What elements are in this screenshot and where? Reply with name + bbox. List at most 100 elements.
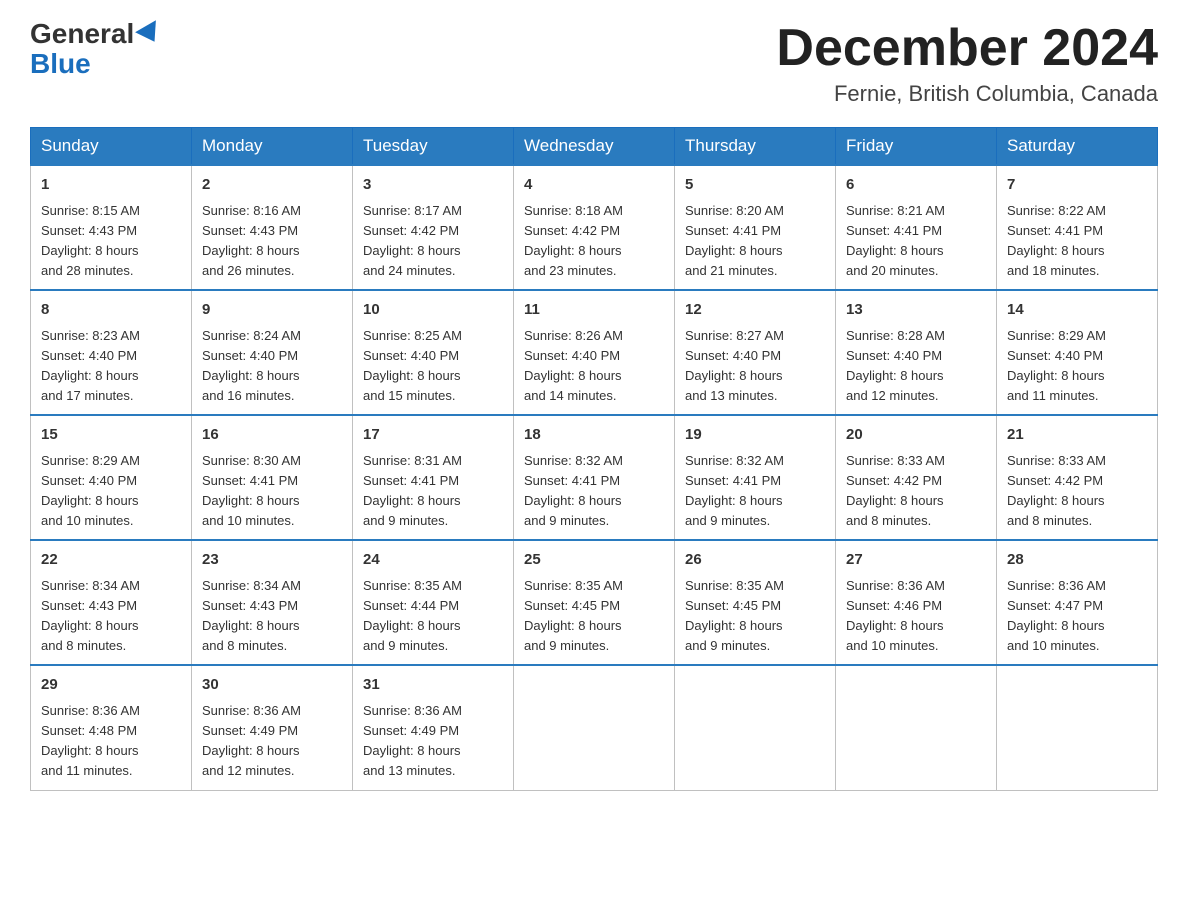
calendar-cell: 11Sunrise: 8:26 AMSunset: 4:40 PMDayligh…: [514, 290, 675, 415]
day-number: 15: [41, 424, 181, 447]
calendar-cell: 5Sunrise: 8:20 AMSunset: 4:41 PMDaylight…: [675, 165, 836, 290]
calendar-cell: 19Sunrise: 8:32 AMSunset: 4:41 PMDayligh…: [675, 415, 836, 540]
day-of-week-header: Friday: [836, 128, 997, 166]
day-number: 13: [846, 299, 986, 322]
page-header: General Blue December 2024 Fernie, Briti…: [30, 20, 1158, 107]
day-info: Sunrise: 8:35 AMSunset: 4:45 PMDaylight:…: [524, 578, 623, 653]
calendar-cell: 9 Sunrise: 8:24 AMSunset: 4:40 PMDaylight…: [192, 290, 353, 415]
day-number: 16: [202, 424, 342, 447]
calendar-table: SundayMondayTuesdayWednesdayThursdayFrid…: [30, 127, 1158, 790]
day-number: 11: [524, 299, 664, 322]
day-number: 30: [202, 674, 342, 697]
calendar-cell: [836, 665, 997, 790]
day-info: Sunrise: 8:21 AMSunset: 4:41 PMDaylight:…: [846, 203, 945, 278]
day-info: Sunrise: 8:34 AMSunset: 4:43 PMDaylight:…: [41, 578, 140, 653]
day-info: Sunrise: 8:32 AMSunset: 4:41 PMDaylight:…: [524, 453, 623, 528]
calendar-cell: 30Sunrise: 8:36 AMSunset: 4:49 PMDayligh…: [192, 665, 353, 790]
calendar-cell: 24 Sunrise: 8:35 AMSunset: 4:44 PMDayligh…: [353, 540, 514, 665]
day-number: 4: [524, 174, 664, 197]
calendar-cell: 27 Sunrise: 8:36 AMSunset: 4:46 PMDayligh…: [836, 540, 997, 665]
day-number: 1: [41, 174, 181, 197]
day-info: Sunrise: 8:29 AMSunset: 4:40 PMDaylight:…: [41, 453, 140, 528]
day-info: Sunrise: 8:36 AMSunset: 4:49 PMDaylight:…: [363, 703, 462, 778]
day-info: Sunrise: 8:20 AMSunset: 4:41 PMDaylight:…: [685, 203, 784, 278]
day-info: Sunrise: 8:32 AMSunset: 4:41 PMDaylight:…: [685, 453, 784, 528]
calendar-header-row: SundayMondayTuesdayWednesdayThursdayFrid…: [31, 128, 1158, 166]
calendar-row: 22 Sunrise: 8:34 AMSunset: 4:43 PMDayligh…: [31, 540, 1158, 665]
day-number: 24: [363, 549, 503, 572]
calendar-cell: 25 Sunrise: 8:35 AMSunset: 4:45 PMDayligh…: [514, 540, 675, 665]
day-number: 27: [846, 549, 986, 572]
day-number: 26: [685, 549, 825, 572]
day-of-week-header: Thursday: [675, 128, 836, 166]
day-info: Sunrise: 8:34 AMSunset: 4:43 PMDaylight:…: [202, 578, 301, 653]
day-of-week-header: Monday: [192, 128, 353, 166]
day-info: Sunrise: 8:15 AMSunset: 4:43 PMDaylight:…: [41, 203, 140, 278]
day-number: 25: [524, 549, 664, 572]
day-number: 21: [1007, 424, 1147, 447]
day-number: 2: [202, 174, 342, 197]
day-info: Sunrise: 8:27 AMSunset: 4:40 PMDaylight:…: [685, 328, 784, 403]
calendar-cell: 13 Sunrise: 8:28 AMSunset: 4:40 PMDayligh…: [836, 290, 997, 415]
calendar-cell: 26 Sunrise: 8:35 AMSunset: 4:45 PMDayligh…: [675, 540, 836, 665]
day-number: 29: [41, 674, 181, 697]
day-number: 31: [363, 674, 503, 697]
calendar-cell: 12 Sunrise: 8:27 AMSunset: 4:40 PMDayligh…: [675, 290, 836, 415]
calendar-cell: 28 Sunrise: 8:36 AMSunset: 4:47 PMDayligh…: [997, 540, 1158, 665]
day-number: 12: [685, 299, 825, 322]
calendar-cell: 2 Sunrise: 8:16 AMSunset: 4:43 PMDaylight…: [192, 165, 353, 290]
day-number: 9: [202, 299, 342, 322]
day-of-week-header: Sunday: [31, 128, 192, 166]
day-info: Sunrise: 8:17 AMSunset: 4:42 PMDaylight:…: [363, 203, 462, 278]
day-info: Sunrise: 8:35 AMSunset: 4:45 PMDaylight:…: [685, 578, 784, 653]
day-info: Sunrise: 8:35 AMSunset: 4:44 PMDaylight:…: [363, 578, 462, 653]
day-info: Sunrise: 8:23 AMSunset: 4:40 PMDaylight:…: [41, 328, 140, 403]
day-number: 18: [524, 424, 664, 447]
day-info: Sunrise: 8:33 AMSunset: 4:42 PMDaylight:…: [1007, 453, 1106, 528]
calendar-cell: 20Sunrise: 8:33 AMSunset: 4:42 PMDayligh…: [836, 415, 997, 540]
day-info: Sunrise: 8:28 AMSunset: 4:40 PMDaylight:…: [846, 328, 945, 403]
calendar-cell: 8 Sunrise: 8:23 AMSunset: 4:40 PMDaylight…: [31, 290, 192, 415]
logo-general-text: General: [30, 20, 134, 48]
calendar-cell: 3Sunrise: 8:17 AMSunset: 4:42 PMDaylight…: [353, 165, 514, 290]
day-number: 8: [41, 299, 181, 322]
day-of-week-header: Wednesday: [514, 128, 675, 166]
calendar-cell: 6Sunrise: 8:21 AMSunset: 4:41 PMDaylight…: [836, 165, 997, 290]
day-number: 28: [1007, 549, 1147, 572]
calendar-cell: 14Sunrise: 8:29 AMSunset: 4:40 PMDayligh…: [997, 290, 1158, 415]
calendar-cell: [675, 665, 836, 790]
calendar-cell: 21 Sunrise: 8:33 AMSunset: 4:42 PMDayligh…: [997, 415, 1158, 540]
calendar-cell: 4Sunrise: 8:18 AMSunset: 4:42 PMDaylight…: [514, 165, 675, 290]
day-info: Sunrise: 8:31 AMSunset: 4:41 PMDaylight:…: [363, 453, 462, 528]
day-info: Sunrise: 8:25 AMSunset: 4:40 PMDaylight:…: [363, 328, 462, 403]
calendar-row: 8 Sunrise: 8:23 AMSunset: 4:40 PMDaylight…: [31, 290, 1158, 415]
logo-triangle-icon: [135, 20, 165, 48]
calendar-cell: 15 Sunrise: 8:29 AMSunset: 4:40 PMDayligh…: [31, 415, 192, 540]
day-info: Sunrise: 8:33 AMSunset: 4:42 PMDaylight:…: [846, 453, 945, 528]
calendar-cell: [514, 665, 675, 790]
day-info: Sunrise: 8:36 AMSunset: 4:48 PMDaylight:…: [41, 703, 140, 778]
logo: General Blue: [30, 20, 162, 80]
day-info: Sunrise: 8:16 AMSunset: 4:43 PMDaylight:…: [202, 203, 301, 278]
calendar-cell: 16 Sunrise: 8:30 AMSunset: 4:41 PMDayligh…: [192, 415, 353, 540]
calendar-row: 15 Sunrise: 8:29 AMSunset: 4:40 PMDayligh…: [31, 415, 1158, 540]
day-of-week-header: Tuesday: [353, 128, 514, 166]
day-info: Sunrise: 8:24 AMSunset: 4:40 PMDaylight:…: [202, 328, 301, 403]
day-info: Sunrise: 8:36 AMSunset: 4:46 PMDaylight:…: [846, 578, 945, 653]
day-number: 22: [41, 549, 181, 572]
calendar-cell: 23 Sunrise: 8:34 AMSunset: 4:43 PMDayligh…: [192, 540, 353, 665]
calendar-cell: 18 Sunrise: 8:32 AMSunset: 4:41 PMDayligh…: [514, 415, 675, 540]
day-info: Sunrise: 8:22 AMSunset: 4:41 PMDaylight:…: [1007, 203, 1106, 278]
calendar-cell: [997, 665, 1158, 790]
day-of-week-header: Saturday: [997, 128, 1158, 166]
day-number: 23: [202, 549, 342, 572]
day-number: 17: [363, 424, 503, 447]
day-info: Sunrise: 8:36 AMSunset: 4:47 PMDaylight:…: [1007, 578, 1106, 653]
calendar-cell: 31 Sunrise: 8:36 AMSunset: 4:49 PMDayligh…: [353, 665, 514, 790]
day-info: Sunrise: 8:30 AMSunset: 4:41 PMDaylight:…: [202, 453, 301, 528]
location-subtitle: Fernie, British Columbia, Canada: [776, 81, 1158, 107]
calendar-cell: 29 Sunrise: 8:36 AMSunset: 4:48 PMDayligh…: [31, 665, 192, 790]
calendar-cell: 7 Sunrise: 8:22 AMSunset: 4:41 PMDaylight…: [997, 165, 1158, 290]
day-number: 7: [1007, 174, 1147, 197]
calendar-cell: 22 Sunrise: 8:34 AMSunset: 4:43 PMDayligh…: [31, 540, 192, 665]
